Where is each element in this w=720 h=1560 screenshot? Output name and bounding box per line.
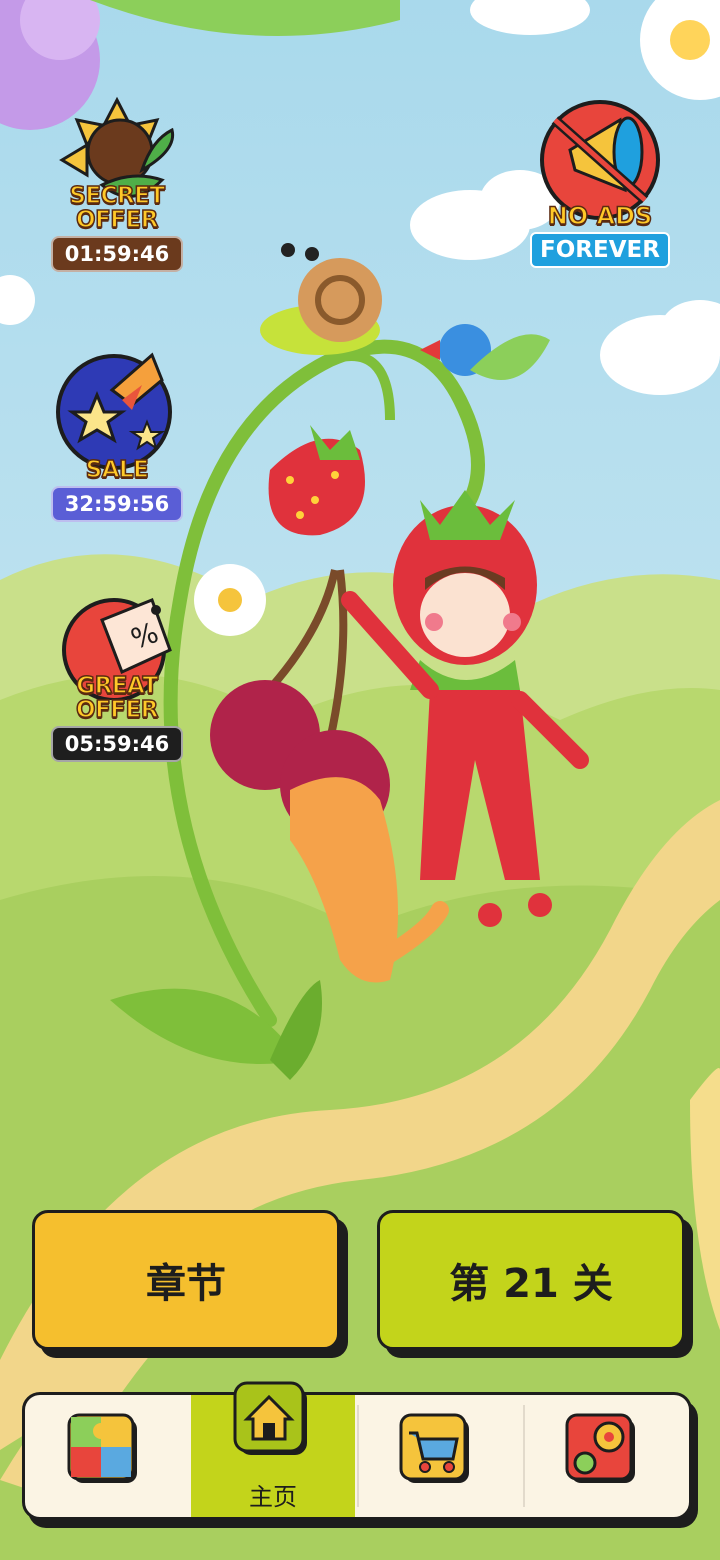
no-ads-title: NO ADS <box>547 201 653 231</box>
great-offer-title: GREAT OFFER <box>75 673 159 723</box>
nav-shop[interactable] <box>357 1395 521 1517</box>
puzzle-icon <box>67 1413 137 1483</box>
daisy <box>194 564 266 636</box>
no-ads-badge[interactable]: NO ADS FOREVER <box>530 90 670 268</box>
sale-timer: 32:59:56 <box>50 486 184 522</box>
level-button[interactable]: 第 21 关 <box>377 1210 685 1350</box>
nav-puzzle[interactable] <box>25 1395 189 1517</box>
no-ads-megaphone-icon <box>540 100 660 220</box>
nav-home[interactable]: 主页 <box>191 1381 355 1517</box>
great-offer-timer: 05:59:46 <box>50 726 184 762</box>
secret-offer-timer: 01:59:46 <box>50 236 184 272</box>
nav-home-label: 主页 <box>249 1483 297 1511</box>
nav-settings[interactable] <box>523 1395 687 1517</box>
chapters-button[interactable]: 章节 <box>32 1210 340 1350</box>
shooting-star-icon <box>56 352 172 470</box>
home-icon <box>233 1381 307 1455</box>
bottom-nav: 主页 <box>22 1381 692 1520</box>
gear-icon <box>565 1413 635 1483</box>
secret-offer-title: SECRET OFFER <box>69 183 166 233</box>
sale-title: SALE <box>85 457 150 483</box>
great-offer-badge[interactable]: % GREAT OFFER 05:59:46 <box>42 580 192 762</box>
sale-badge[interactable]: SALE 32:59:56 <box>42 350 192 522</box>
secret-offer-badge[interactable]: SECRET OFFER 01:59:46 <box>42 90 192 272</box>
shopping-cart-icon <box>399 1413 469 1483</box>
no-ads-subtitle: FOREVER <box>530 232 670 268</box>
